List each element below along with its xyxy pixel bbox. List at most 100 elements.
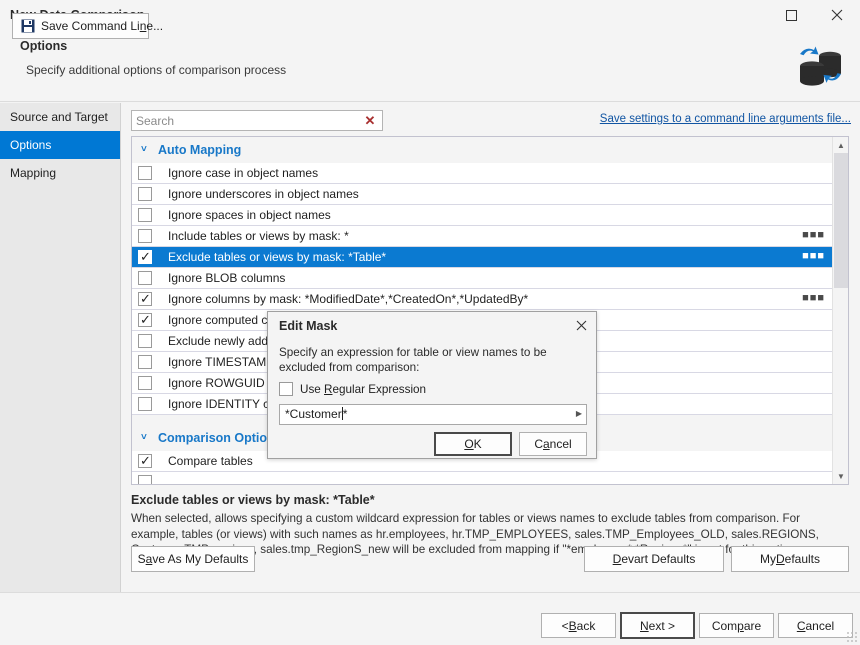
option-label: Ignore BLOB columns (168, 271, 286, 285)
sidebar-item-options[interactable]: Options (0, 131, 120, 159)
option-row-ignore-columns-by-mask[interactable]: ✓ Ignore columns by mask: *ModifiedDate*… (132, 289, 833, 310)
database-sync-logo (800, 46, 841, 86)
options-vertical-scrollbar[interactable]: ▲ ▼ (832, 137, 848, 484)
dialog-title: Edit Mask (279, 319, 338, 333)
btn-post: K (473, 437, 482, 451)
dialog-cancel-button[interactable]: Ca ncel (519, 432, 587, 456)
option-label: Include tables or views by mask: * (168, 229, 349, 243)
search-input[interactable] (132, 111, 357, 130)
checkbox[interactable] (138, 475, 152, 484)
checkbox[interactable] (138, 334, 152, 348)
sidebar-item-label: Mapping (10, 166, 57, 180)
ellipsis-button[interactable]: ■■■ (802, 226, 825, 246)
btn-pre: Com (711, 618, 738, 633)
page-subtitle: Specify additional options of comparison… (26, 63, 287, 77)
resize-grip-icon[interactable] (846, 631, 858, 643)
checkbox[interactable] (138, 166, 152, 180)
back-button[interactable]: < Back (541, 613, 616, 638)
checkbox[interactable] (138, 229, 152, 243)
btn-post: are (743, 618, 762, 633)
option-label: Ignore underscores in object names (168, 187, 359, 201)
btn-post: ve As My Defaults (152, 552, 249, 566)
clear-x-icon[interactable]: ✕ (362, 112, 378, 129)
group-title: Comparison Options (158, 431, 282, 445)
compare-button[interactable]: Com p are (699, 613, 774, 638)
btn-post: ncel (549, 437, 572, 451)
btn-accel: O (464, 437, 474, 451)
btn-accel: p (737, 618, 744, 633)
option-row-ignore-underscores[interactable]: Ignore underscores in object names (132, 184, 833, 205)
group-title: Auto Mapping (158, 143, 242, 157)
page-header: Options Specify additional options of co… (0, 30, 860, 102)
ok-button[interactable]: OK (434, 432, 512, 456)
dropdown-arrow-icon[interactable]: ▶ (576, 409, 582, 418)
save-as-my-defaults-button[interactable]: Sa ve As My Defaults (131, 546, 255, 572)
option-row-partial[interactable] (132, 472, 833, 484)
option-row-ignore-spaces[interactable]: Ignore spaces in object names (132, 205, 833, 226)
checkbox[interactable]: ✓ (138, 453, 152, 468)
btn-post: e... (146, 19, 164, 33)
option-row-ignore-blob-columns[interactable]: Ignore BLOB columns (132, 268, 833, 289)
btn-pre: My (759, 552, 776, 566)
option-label: Compare tables (168, 454, 253, 468)
checkbox[interactable] (138, 187, 152, 201)
checkbox[interactable]: ✓ (138, 312, 152, 327)
option-label: Exclude tables or views by mask: *Table* (168, 250, 387, 264)
check-icon: ✓ (140, 249, 151, 264)
sidebar: Source and Target Options Mapping (0, 103, 121, 592)
mask-input-value: *Customer* (285, 407, 347, 421)
close-button[interactable] (814, 0, 860, 30)
ellipsis-button[interactable]: ■■■ (802, 289, 825, 309)
maximize-icon (785, 9, 797, 21)
ellipsis-button[interactable]: ■■■ (802, 247, 825, 267)
btn-pre: < (561, 618, 569, 633)
checkbox[interactable] (138, 355, 152, 369)
scroll-down-arrow-icon[interactable]: ▼ (833, 468, 848, 484)
next-button[interactable]: Next > (620, 612, 695, 639)
devart-defaults-button[interactable]: Devart Defaults (584, 546, 724, 572)
save-command-line-button[interactable]: Save Command Li n e... (12, 13, 163, 39)
checkbox[interactable]: ✓ (138, 291, 152, 306)
check-icon: ✓ (140, 453, 151, 468)
btn-accel: D (775, 552, 785, 566)
option-row-ignore-case[interactable]: Ignore case in object names (132, 163, 833, 184)
check-icon: ✓ (140, 291, 151, 306)
btn-pre: S (137, 552, 146, 566)
description-title: Exclude tables or views by mask: *Table* (131, 493, 375, 507)
option-row-exclude-tables-by-mask[interactable]: ✓ Exclude tables or views by mask: *Tabl… (132, 247, 833, 268)
option-label: Ignore case in object names (168, 166, 319, 180)
scrollbar-thumb[interactable] (834, 153, 848, 288)
my-defaults-button[interactable]: My Defaults (731, 546, 849, 572)
sidebar-item-label: Options (10, 138, 52, 152)
mask-input[interactable]: *Customer* ▶ (279, 404, 587, 425)
option-row-include-tables-by-mask[interactable]: Include tables or views by mask: * ■■■ (132, 226, 833, 247)
checkbox[interactable] (279, 382, 293, 396)
option-label: Ignore columns by mask: *ModifiedDate*,*… (168, 292, 529, 306)
chevron-down-icon: ˅ (141, 144, 147, 155)
floppy-disk-icon (21, 19, 35, 33)
save-settings-link[interactable]: Save settings to a command line argument… (600, 113, 851, 125)
sidebar-item-source-and-target[interactable]: Source and Target (0, 103, 120, 131)
checkbox[interactable] (138, 376, 152, 390)
checkbox[interactable] (138, 271, 152, 285)
checkbox[interactable] (138, 397, 152, 411)
edit-mask-dialog: Edit Mask Specify an expression for tabl… (267, 311, 597, 459)
value-after-caret: * (342, 407, 348, 421)
cancel-button[interactable]: Cancel (778, 613, 853, 638)
btn-post: ancel (805, 618, 835, 633)
checkbox[interactable] (138, 208, 152, 222)
sidebar-item-mapping[interactable]: Mapping (0, 159, 120, 187)
use-regular-expression-checkbox-row[interactable]: Use Regular Expression (279, 382, 426, 396)
dialog-close-button[interactable] (570, 315, 592, 335)
group-header-auto-mapping[interactable]: ˅ Auto Mapping (132, 137, 833, 163)
scroll-up-arrow-icon[interactable]: ▲ (833, 137, 848, 153)
close-icon (576, 320, 586, 330)
lbl-accel: R (324, 382, 333, 396)
chevron-down-icon: ˅ (141, 432, 147, 443)
btn-pre: C (534, 437, 543, 451)
search-box: ✕ (131, 110, 383, 131)
btn-accel: a (542, 437, 550, 451)
lbl-pre: Use (300, 382, 325, 396)
maximize-button[interactable] (768, 0, 814, 30)
checkbox[interactable]: ✓ (138, 249, 152, 264)
